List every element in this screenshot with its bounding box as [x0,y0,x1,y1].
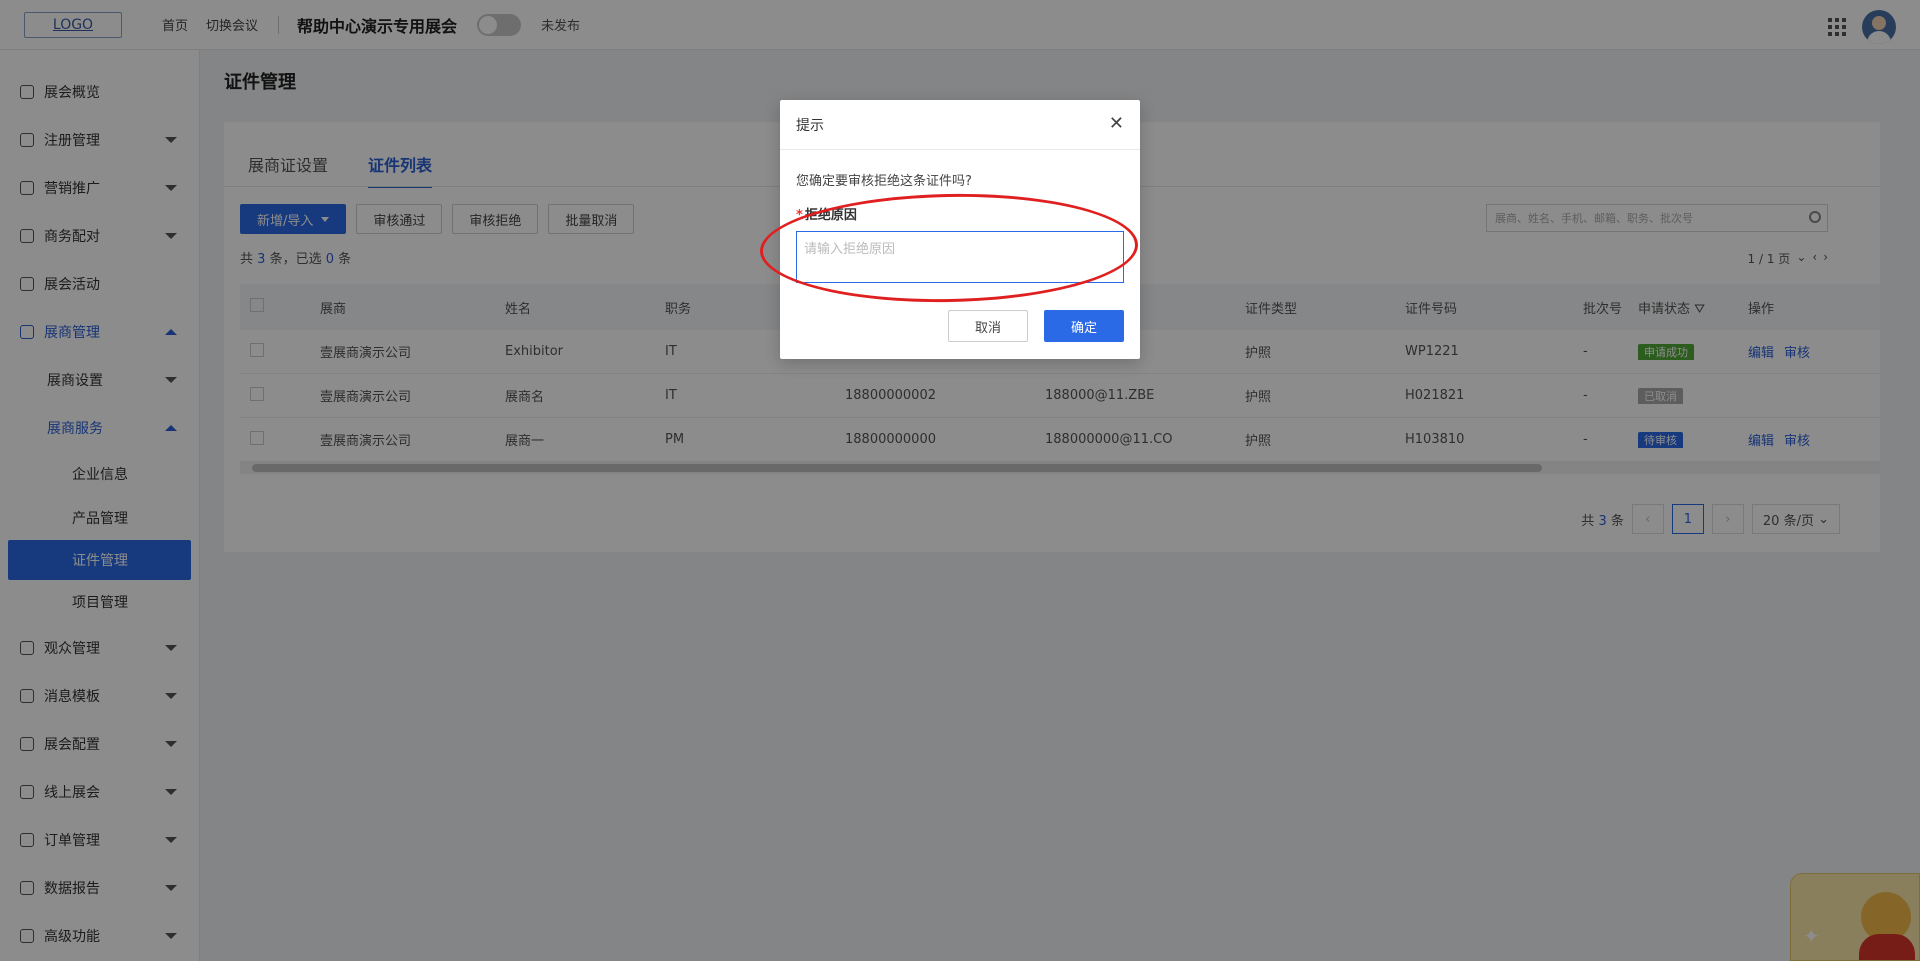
reject-reason-label: * 拒绝原因 [796,204,857,223]
confirm-button[interactable]: 确定 [1044,310,1124,342]
dialog-title: 提示 [796,117,824,134]
cancel-button[interactable]: 取消 [948,310,1028,342]
close-icon[interactable]: ✕ [1109,115,1124,133]
dialog-buttons: 取消 确定 [948,310,1124,342]
reject-confirm-dialog: 提示 ✕ 您确定要审核拒绝这条证件吗? *拒绝原因 取消 确定 [780,100,1140,359]
reject-reason-label-text: 拒绝原因 [804,208,857,223]
reject-reason-textarea[interactable] [796,231,1124,283]
dialog-header: 提示 ✕ [780,100,1140,150]
dialog-message: 您确定要审核拒绝这条证件吗? [796,174,972,189]
required-mark: * [796,208,803,223]
